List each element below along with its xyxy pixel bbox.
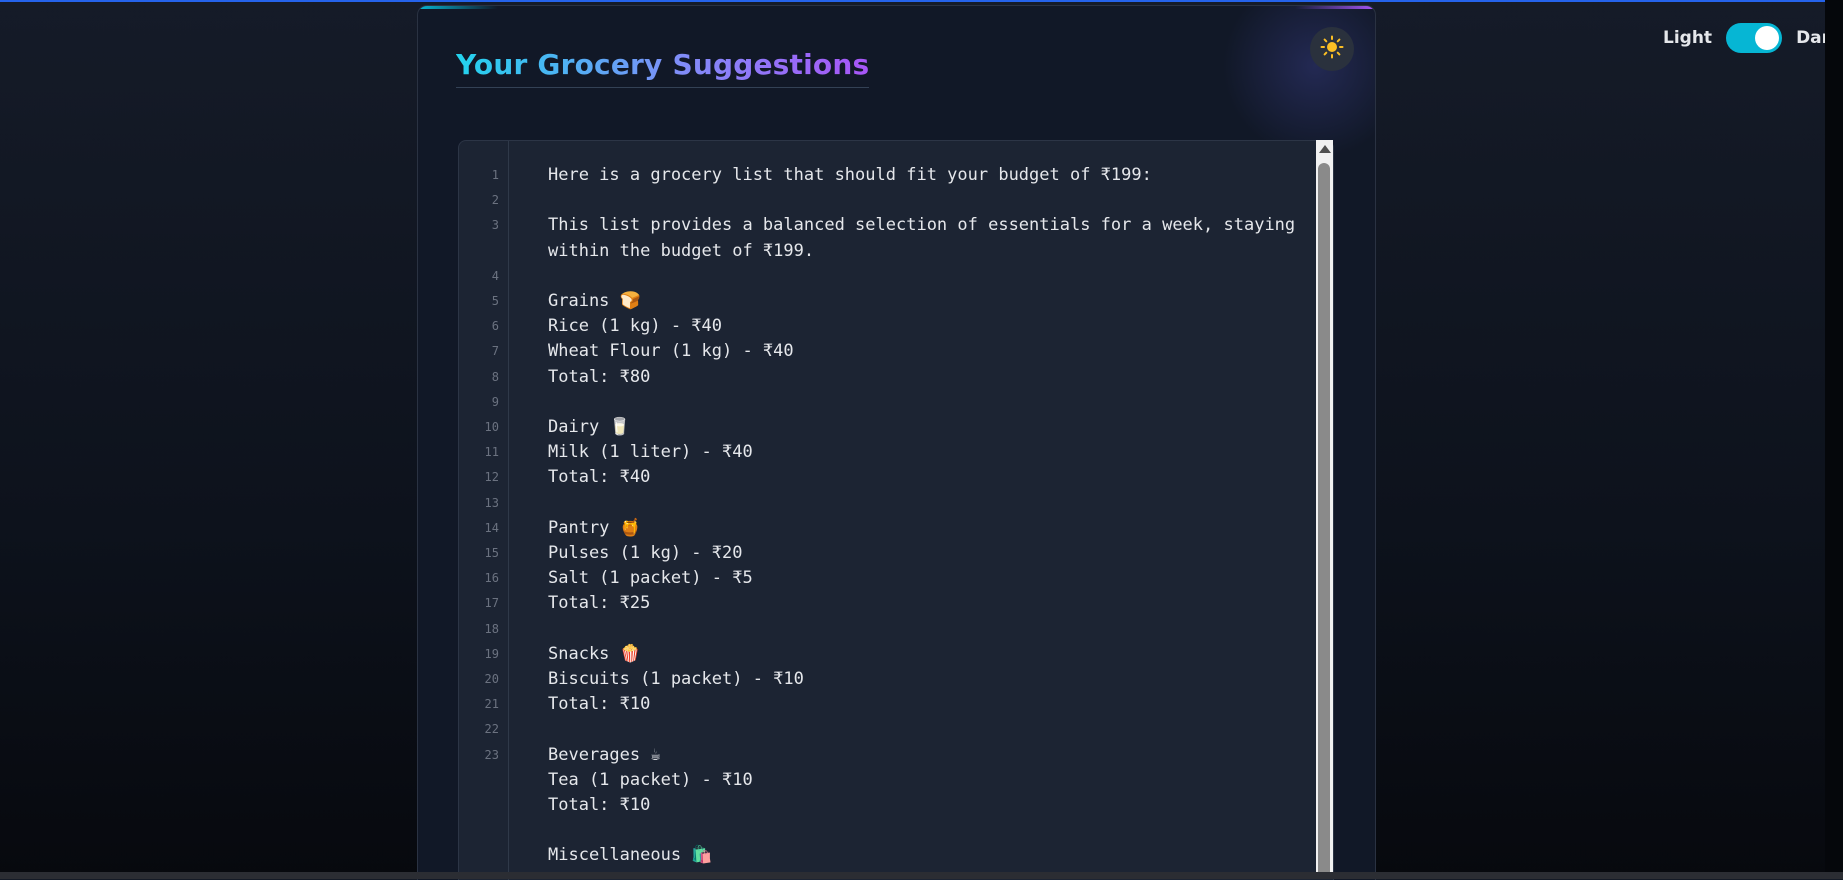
- line-number: 15: [484, 546, 499, 560]
- taskbar-strip: [0, 872, 1843, 879]
- code-line: Total: ₹10: [548, 694, 651, 715]
- scroll-up-arrow-icon[interactable]: [1319, 145, 1331, 153]
- line-number: 7: [491, 344, 499, 359]
- theme-switch[interactable]: [1726, 23, 1783, 53]
- line-number: 8: [491, 369, 499, 384]
- line-number: 12: [484, 470, 499, 485]
- code-line: Grains 🍞: [548, 291, 641, 311]
- line-number: 16: [484, 571, 499, 586]
- theme-toggle: Light Dark: [1663, 22, 1841, 54]
- line-number: 2: [491, 193, 499, 208]
- card-accent-left: [418, 6, 498, 9]
- theme-button[interactable]: [1310, 27, 1354, 71]
- code-line: Tea (1 packet) - ₹10: [548, 769, 753, 790]
- line-number: 23: [484, 747, 499, 762]
- line-number: 4: [491, 268, 499, 283]
- code-line: Pulses (1 kg) - ₹20: [548, 543, 743, 563]
- code-line: Total: ₹40: [548, 467, 651, 488]
- code-line: Milk (1 liter) - ₹40: [548, 442, 753, 463]
- code-line: Biscuits (1 packet) - ₹10: [548, 669, 804, 689]
- code-line: Rice (1 kg) - ₹40: [548, 316, 722, 337]
- code-line: Dairy 🥛: [548, 417, 631, 437]
- line-number: 5: [491, 294, 499, 308]
- code-line: Miscellaneous 🛍️: [548, 845, 713, 866]
- top-accent-line: [0, 0, 1843, 2]
- code-line: Wheat Flour (1 kg) - ₹40: [548, 341, 794, 362]
- line-number: 19: [484, 646, 499, 661]
- line-number: 9: [491, 394, 499, 409]
- code-editor[interactable]: 1 Here is a grocery list that should fit …: [458, 140, 1334, 880]
- line-number: 22: [484, 722, 499, 737]
- line-number: 3: [491, 218, 499, 233]
- line-number: 20: [484, 672, 499, 686]
- page-title: Your Grocery Suggestions: [456, 48, 870, 88]
- line-number: 11: [484, 445, 499, 460]
- line-number: 14: [484, 520, 499, 535]
- code-line: Salt (1 packet) - ₹5: [548, 568, 753, 589]
- sun-icon: [1320, 35, 1344, 64]
- suggestions-card: Your Grocery Suggestions 1 Here is a groc…: [417, 5, 1376, 880]
- code-line: Beverages ☕: [548, 744, 661, 765]
- code-line: Total: ₹10: [548, 795, 651, 815]
- line-number-gutter: [459, 141, 509, 880]
- code-line: Pantry 🍯: [548, 517, 641, 538]
- switch-knob: [1755, 26, 1780, 50]
- code-line: Total: ₹80: [548, 366, 651, 387]
- code-line: Here is a grocery list that should fit y…: [548, 165, 1152, 185]
- scroll-thumb[interactable]: [1318, 163, 1330, 879]
- line-number: 1: [491, 168, 499, 182]
- line-number: 18: [484, 621, 499, 636]
- code-line: Snacks 🍿: [548, 643, 641, 664]
- line-number: 21: [484, 697, 499, 712]
- line-number: 6: [491, 319, 499, 334]
- line-number: 17: [484, 596, 499, 611]
- window-edge: [1825, 0, 1843, 872]
- editor-scrollbar[interactable]: [1316, 140, 1333, 879]
- toggle-label-light: Light: [1663, 28, 1713, 48]
- code-line: Total: ₹25: [548, 593, 651, 614]
- line-number: 10: [484, 420, 499, 434]
- code-line: within the budget of ₹199.: [548, 240, 815, 261]
- line-number: 13: [484, 495, 499, 510]
- code-line: This list provides a balanced selection …: [548, 215, 1296, 236]
